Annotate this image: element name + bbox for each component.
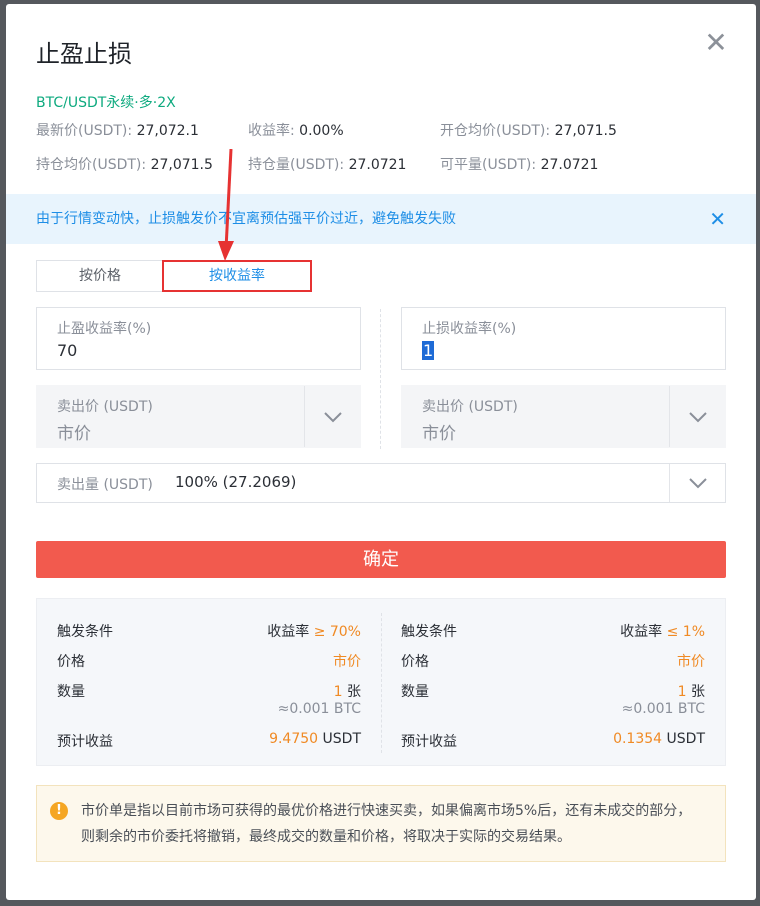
tp-sell-label: 卖出价 (USDT) (57, 399, 153, 415)
arrow-shaft (224, 149, 233, 250)
arrow-head (218, 241, 234, 261)
chevron-down-icon[interactable] (669, 386, 725, 447)
quantity-label: 卖出量 (USDT) (57, 477, 153, 493)
close-icon[interactable]: ✕ (704, 29, 728, 57)
summary-label: 价格 (57, 654, 85, 670)
summary-stop-loss: 触发条件 收益率 ≤ 1% 价格 市价 数量 1 张 ≈0.001 BTC 预计… (401, 624, 705, 750)
summary-label: 价格 (401, 654, 429, 670)
sl-sell-label: 卖出价 (USDT) (422, 399, 518, 415)
stop-loss-roe-input[interactable]: 止损收益率(%) 1 (401, 307, 726, 370)
banner-text: 由于行情变动快，止损触发价不宜离预估强平价过近，避免触发失败 (36, 211, 456, 227)
take-profit-label: 止盈收益率(%) (57, 321, 152, 337)
position-pair: BTC/USDT永续·多·2X (36, 95, 176, 111)
market-order-notice: ! 市价单是指以目前市场可获得的最优价格进行快速买卖，如果偏离市场5%后，还有未… (36, 785, 726, 862)
take-profit-value[interactable]: 70 (57, 341, 77, 360)
info-hold-qty: 持仓量(USDT): 27.0721 (248, 157, 407, 173)
take-profit-roe-input[interactable]: 止盈收益率(%) 70 (36, 307, 361, 370)
warning-icon: ! (50, 802, 68, 820)
sl-sell-price-select[interactable]: 卖出价 (USDT) 市价 (401, 385, 726, 448)
sell-quantity-select[interactable]: 卖出量 (USDT) 100% (27.2069) (36, 463, 726, 503)
field-divider (380, 309, 381, 449)
confirm-button[interactable]: 确定 (36, 541, 726, 578)
tab-by-price[interactable]: 按价格 (36, 260, 164, 292)
summary-label: 触发条件 (401, 624, 457, 640)
mode-tabs: 按价格 按收益率 (36, 260, 312, 292)
stop-loss-label: 止损收益率(%) (422, 321, 517, 337)
info-hold-avg: 持仓均价(USDT): 27,071.5 (36, 157, 213, 173)
tp-sl-modal: 止盈止损 ✕ BTC/USDT永续·多·2X 最新价(USDT): 27,072… (6, 4, 756, 900)
info-last-price: 最新价(USDT): 27,072.1 (36, 123, 199, 139)
tp-sell-value: 市价 (57, 424, 91, 444)
banner-close-icon[interactable]: ✕ (709, 194, 726, 244)
summary-label: 预计收益 (57, 734, 113, 750)
notice-text: 市价单是指以目前市场可获得的最优价格进行快速买卖，如果偏离市场5%后，还有未成交… (81, 803, 692, 845)
quantity-value: 100% (27.2069) (175, 473, 297, 491)
tp-sell-price-select[interactable]: 卖出价 (USDT) 市价 (36, 385, 361, 448)
summary-label: 触发条件 (57, 624, 113, 640)
info-roe: 收益率: 0.00% (248, 123, 344, 139)
modal-title: 止盈止损 (36, 40, 132, 68)
order-summary: 触发条件 收益率 ≥ 70% 价格 市价 数量 1 张 ≈0.001 BTC 预… (36, 598, 726, 766)
stop-loss-value[interactable]: 1 (422, 341, 435, 360)
warning-banner: 由于行情变动快，止损触发价不宜离预估强平价过近，避免触发失败 ✕ (6, 194, 756, 244)
tab-by-roe[interactable]: 按收益率 (162, 260, 312, 292)
chevron-down-icon[interactable] (304, 386, 360, 447)
summary-label: 预计收益 (401, 734, 457, 750)
summary-label: 数量 (57, 684, 85, 700)
summary-label: 数量 (401, 684, 429, 700)
summary-take-profit: 触发条件 收益率 ≥ 70% 价格 市价 数量 1 张 ≈0.001 BTC 预… (57, 624, 361, 750)
annotation-arrow-icon (218, 149, 234, 261)
info-open-avg: 开仓均价(USDT): 27,071.5 (440, 123, 617, 139)
info-closable-qty: 可平量(USDT): 27.0721 (440, 157, 599, 173)
sl-sell-value: 市价 (422, 424, 456, 444)
chevron-down-icon[interactable] (669, 464, 725, 502)
